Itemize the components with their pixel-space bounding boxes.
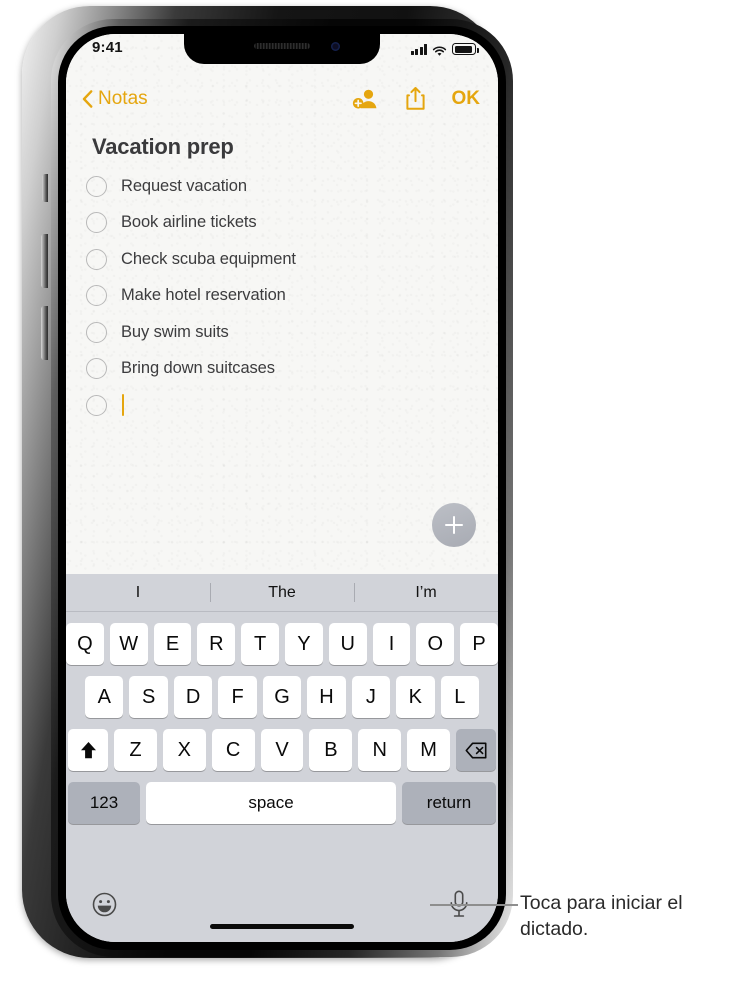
key-z[interactable]: Z <box>114 729 157 771</box>
keyboard-bottom-bar <box>66 880 498 942</box>
checklist-item-label: Buy swim suits <box>121 322 229 341</box>
navigation-bar: Notas OK <box>66 82 498 126</box>
key-p[interactable]: P <box>460 623 498 665</box>
key-l[interactable]: L <box>440 676 479 718</box>
checklist-item[interactable]: Check scuba equipment <box>86 241 480 278</box>
checklist-item[interactable]: Book airline tickets <box>86 205 480 242</box>
status-indicators <box>410 42 479 56</box>
key-c[interactable]: C <box>211 729 255 771</box>
checkbox-circle-icon[interactable] <box>86 285 107 307</box>
checklist-item[interactable]: Request vacation <box>86 168 480 205</box>
return-key[interactable]: return <box>402 782 496 824</box>
nav-actions: OK <box>352 86 481 111</box>
earpiece-speaker <box>254 43 310 49</box>
prediction-suggestion[interactable]: The <box>210 574 354 611</box>
shift-up-arrow-icon <box>80 741 96 758</box>
phone-screen: 9:41 Notas OK Vacation prep Request vaca… <box>66 34 498 942</box>
battery-icon <box>452 43 479 55</box>
delete-key[interactable] <box>456 729 497 771</box>
backspace-delete-icon <box>465 742 487 758</box>
key-t[interactable]: T <box>241 623 279 665</box>
checklist-item-label: Book airline tickets <box>121 213 257 232</box>
checkbox-circle-icon[interactable] <box>86 175 107 197</box>
chevron-left-icon <box>82 90 93 108</box>
add-person-icon[interactable] <box>352 88 379 110</box>
add-attachment-button[interactable] <box>432 503 476 547</box>
checklist-item-label: Make hotel reservation <box>121 286 286 305</box>
keyboard-row-3: Z X C V B N M <box>66 729 498 771</box>
wifi-icon <box>432 44 447 56</box>
key-m[interactable]: M <box>407 729 451 771</box>
screenshot-root: 9:41 Notas OK Vacation prep Request vaca… <box>0 0 742 984</box>
silent-switch[interactable] <box>42 174 48 202</box>
phone-frame: 9:41 Notas OK Vacation prep Request vaca… <box>22 6 513 958</box>
checkbox-circle-icon[interactable] <box>86 358 107 380</box>
key-s[interactable]: S <box>129 676 168 718</box>
home-indicator[interactable] <box>210 924 354 929</box>
on-screen-keyboard: I The I’m Q W E R T Y U I O P A S D F G … <box>66 574 498 942</box>
key-f[interactable]: F <box>218 676 257 718</box>
key-j[interactable]: J <box>351 676 391 718</box>
key-k[interactable]: K <box>396 676 435 718</box>
keyboard-row-1: Q W E R T Y U I O P <box>66 623 498 665</box>
checkbox-circle-icon[interactable] <box>86 212 107 234</box>
shift-key[interactable] <box>68 729 108 771</box>
predictive-text-bar: I The I’m <box>66 574 498 612</box>
checklist-item-label: Check scuba equipment <box>121 249 296 268</box>
key-d[interactable]: D <box>173 676 213 718</box>
back-to-notes-button[interactable]: Notas <box>82 88 148 110</box>
key-w[interactable]: W <box>109 623 148 665</box>
key-q[interactable]: Q <box>66 623 104 665</box>
key-x[interactable]: X <box>162 729 206 771</box>
key-r[interactable]: R <box>197 623 236 665</box>
volume-down-button[interactable] <box>41 306 48 360</box>
volume-up-button[interactable] <box>41 234 48 288</box>
key-e[interactable]: E <box>153 623 192 665</box>
done-button[interactable]: OK <box>452 88 481 110</box>
checklist-item-label: Request vacation <box>121 176 247 195</box>
front-camera <box>331 42 340 51</box>
prediction-suggestion[interactable]: I’m <box>354 574 498 611</box>
checklist: Request vacation Book airline tickets Ch… <box>86 168 480 424</box>
text-cursor <box>122 394 125 417</box>
keyboard-row-2: A S D F G H J K L <box>66 676 498 718</box>
callout-leader-line <box>430 904 518 906</box>
space-key[interactable]: space <box>146 782 396 824</box>
key-u[interactable]: U <box>328 623 367 665</box>
back-label: Notas <box>98 88 148 109</box>
checklist-item[interactable]: Make hotel reservation <box>86 278 480 315</box>
checkbox-circle-icon[interactable] <box>86 321 107 343</box>
keyboard-row-4: 123 space return <box>66 782 498 824</box>
emoji-smiley-icon[interactable] <box>92 892 117 917</box>
key-n[interactable]: N <box>358 729 402 771</box>
prediction-suggestion[interactable]: I <box>66 574 210 611</box>
callout-label: Toca para iniciar el dictado. <box>520 892 683 941</box>
checklist-item[interactable]: Buy swim suits <box>86 314 480 351</box>
note-title: Vacation prep <box>92 134 234 159</box>
key-h[interactable]: H <box>307 676 346 718</box>
key-b[interactable]: B <box>309 729 353 771</box>
key-o[interactable]: O <box>416 623 455 665</box>
numbers-key[interactable]: 123 <box>68 782 140 824</box>
status-time: 9:41 <box>92 39 123 56</box>
key-i[interactable]: I <box>372 623 411 665</box>
key-y[interactable]: Y <box>285 623 323 665</box>
notch <box>184 34 380 64</box>
key-v[interactable]: V <box>260 729 304 771</box>
checklist-item[interactable]: Bring down suitcases <box>86 351 480 388</box>
cellular-signal-icon <box>410 44 427 55</box>
checklist-item-active[interactable] <box>86 387 480 424</box>
key-a[interactable]: A <box>85 676 124 718</box>
share-icon[interactable] <box>405 86 426 111</box>
key-g[interactable]: G <box>262 676 302 718</box>
checklist-item-label: Bring down suitcases <box>121 359 275 378</box>
checkbox-circle-icon[interactable] <box>86 394 107 416</box>
checkbox-circle-icon[interactable] <box>86 248 107 270</box>
